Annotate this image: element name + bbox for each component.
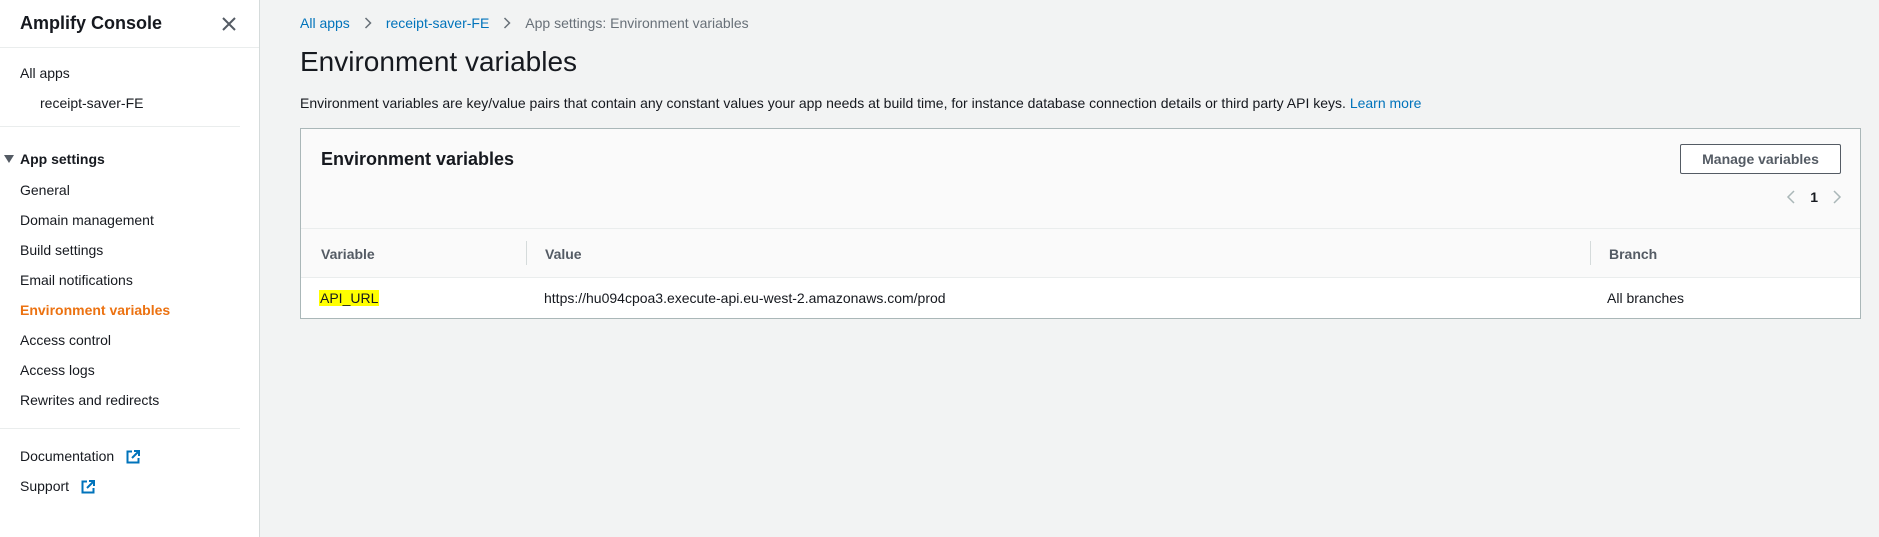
breadcrumb-current: App settings: Environment variables [525, 15, 749, 31]
close-icon[interactable] [219, 14, 239, 34]
sidebar-item-general[interactable]: General [20, 182, 70, 198]
sidebar-item-documentation[interactable]: Documentation [20, 448, 141, 464]
branch-cell: All branches [1607, 290, 1685, 306]
value-cell: https://hu094cpoa3.execute-api.eu-west-2… [544, 290, 946, 306]
chevron-right-icon[interactable] [1832, 189, 1842, 205]
variable-name: API_URL [319, 290, 380, 306]
support-label: Support [20, 478, 70, 494]
page-description: Environment variables are key/value pair… [300, 95, 1421, 111]
documentation-label: Documentation [20, 448, 115, 464]
table-row: API_URL https://hu094cpoa3.execute-api.e… [301, 278, 1860, 318]
page-title: Environment variables [300, 46, 578, 77]
pagination: 1 [1786, 189, 1842, 205]
sidebar-header: Amplify Console [0, 0, 259, 48]
chevron-right-icon [503, 17, 511, 29]
side-navigation: Amplify Console All apps receipt-saver-F… [0, 0, 260, 537]
column-header-value[interactable]: Value [545, 229, 582, 278]
sidebar-item-app[interactable]: receipt-saver-FE [40, 95, 143, 111]
breadcrumb: All apps receipt-saver-FE App settings: … [300, 15, 749, 31]
environment-variables-panel: Environment variables Manage variables 1… [300, 128, 1861, 319]
column-divider[interactable] [1590, 241, 1591, 265]
sidebar-item-domain-management[interactable]: Domain management [20, 212, 154, 228]
sidebar-item-email-notifications[interactable]: Email notifications [20, 272, 133, 288]
sidebar-item-support[interactable]: Support [20, 478, 95, 494]
caret-down-icon [4, 155, 14, 163]
column-divider[interactable] [526, 241, 527, 265]
breadcrumb-app[interactable]: receipt-saver-FE [386, 15, 489, 31]
external-link-icon [126, 450, 141, 464]
sidebar-item-environment-variables[interactable]: Environment variables [20, 302, 170, 318]
sidebar-item-access-control[interactable]: Access control [20, 332, 111, 348]
page-description-text: Environment variables are key/value pair… [300, 95, 1346, 111]
sidebar-section-label: App settings [20, 151, 105, 167]
sidebar-item-all-apps[interactable]: All apps [20, 65, 70, 81]
sidebar-title: Amplify Console [20, 13, 163, 33]
page-number[interactable]: 1 [1810, 189, 1818, 205]
sidebar-divider [0, 126, 240, 127]
external-link-icon [81, 480, 95, 494]
sidebar-section-app-settings[interactable]: App settings [4, 151, 105, 167]
column-header-variable[interactable]: Variable [321, 229, 375, 278]
variable-cell: API_URL [319, 278, 380, 318]
panel-header: Environment variables Manage variables 1 [301, 129, 1860, 229]
manage-variables-button[interactable]: Manage variables [1680, 144, 1841, 174]
panel-title: Environment variables [321, 149, 515, 169]
sidebar-divider [0, 428, 240, 429]
learn-more-link[interactable]: Learn more [1350, 95, 1422, 111]
sidebar-item-access-logs[interactable]: Access logs [20, 362, 95, 378]
column-header-branch[interactable]: Branch [1609, 229, 1657, 278]
breadcrumb-all-apps[interactable]: All apps [300, 15, 350, 31]
chevron-left-icon[interactable] [1786, 189, 1796, 205]
chevron-right-icon [364, 17, 372, 29]
table-header: Variable Value Branch [301, 229, 1860, 278]
sidebar-item-build-settings[interactable]: Build settings [20, 242, 103, 258]
sidebar-item-rewrites-and-redirects[interactable]: Rewrites and redirects [20, 392, 159, 408]
